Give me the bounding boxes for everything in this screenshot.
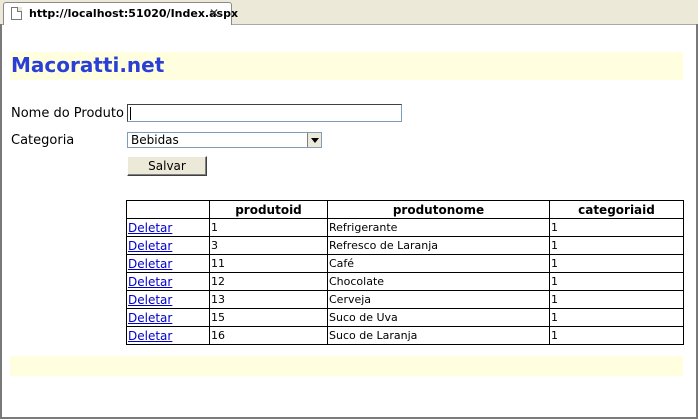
product-name-input[interactable] [127,104,402,122]
table-cell-categoriaid: 1 [549,218,684,237]
table-row: Deletar 3 Refresco de Laranja 1 [126,236,684,255]
table-cell-produtoid: 16 [209,326,328,345]
site-title: Macoratti.net [11,53,165,77]
table-cell-categoriaid: 1 [549,290,684,309]
table-cell-action: Deletar [126,236,210,255]
table-cell-action: Deletar [126,308,210,327]
table-cell-action: Deletar [126,254,210,273]
table-cell-categoriaid: 1 [549,254,684,273]
delete-link[interactable]: Deletar [128,311,172,325]
delete-link[interactable]: Deletar [128,293,172,307]
delete-link[interactable]: Deletar [128,275,172,289]
browser-tab[interactable]: http://localhost:51020/Index.aspx ✕ [3,2,238,25]
delete-link[interactable]: Deletar [128,239,172,253]
text-caret [130,107,131,120]
table-row: Deletar 12 Chocolate 1 [126,272,684,291]
table-cell-produtoid: 3 [209,236,328,255]
table-cell-categoriaid: 1 [549,308,684,327]
table-cell-produtoid: 13 [209,290,328,309]
table-cell-categoriaid: 1 [549,236,684,255]
table-row: Deletar 15 Suco de Uva 1 [126,308,684,327]
category-label: Categoria [11,133,75,148]
table-cell-produtoid: 12 [209,272,328,291]
column-header-categoriaid: categoriaid [549,200,684,219]
page-icon [11,7,22,20]
table-cell-action: Deletar [126,326,210,345]
delete-link[interactable]: Deletar [128,329,172,343]
column-header-produtoid: produtoid [209,200,328,219]
browser-tab-bar: http://localhost:51020/Index.aspx ✕ [0,0,698,25]
table-cell-produtonome: Suco de Laranja [327,326,550,345]
delete-link[interactable]: Deletar [128,257,172,271]
table-row: Deletar 11 Café 1 [126,254,684,273]
table-cell-action: Deletar [126,272,210,291]
category-selected-value: Bebidas [131,133,179,147]
table-cell-produtonome: Chocolate [327,272,550,291]
chevron-down-icon[interactable] [307,133,321,147]
column-header-produtonome: produtonome [327,200,550,219]
table-cell-produtoid: 11 [209,254,328,273]
header-band: Macoratti.net [10,52,683,80]
delete-link[interactable]: Deletar [128,221,172,235]
table-cell-produtonome: Suco de Uva [327,308,550,327]
table-row: Deletar 1 Refrigerante 1 [126,218,684,237]
table-header-row: produtoid produtonome categoriaid [126,200,684,219]
table-cell-action: Deletar [126,290,210,309]
table-cell-produtonome: Refresco de Laranja [327,236,550,255]
close-icon[interactable]: ✕ [209,6,219,20]
products-table: produtoid produtonome categoriaid Deleta… [126,200,684,345]
tab-title: http://localhost:51020/Index.aspx [29,7,239,20]
table-cell-categoriaid: 1 [549,326,684,345]
footer-band [10,356,683,376]
table-cell-produtoid: 1 [209,218,328,237]
table-cell-produtonome: Refrigerante [327,218,550,237]
product-name-label: Nome do Produto [11,106,124,121]
table-cell-produtonome: Cerveja [327,290,550,309]
table-cell-categoriaid: 1 [549,272,684,291]
save-button[interactable]: Salvar [127,156,207,176]
table-cell-action: Deletar [126,218,210,237]
table-cell-produtoid: 15 [209,308,328,327]
column-header-actions [126,200,210,219]
category-select[interactable]: Bebidas [127,132,322,148]
table-row: Deletar 13 Cerveja 1 [126,290,684,309]
table-row: Deletar 16 Suco de Laranja 1 [126,326,684,345]
table-cell-produtonome: Café [327,254,550,273]
window-border-left [0,24,2,419]
